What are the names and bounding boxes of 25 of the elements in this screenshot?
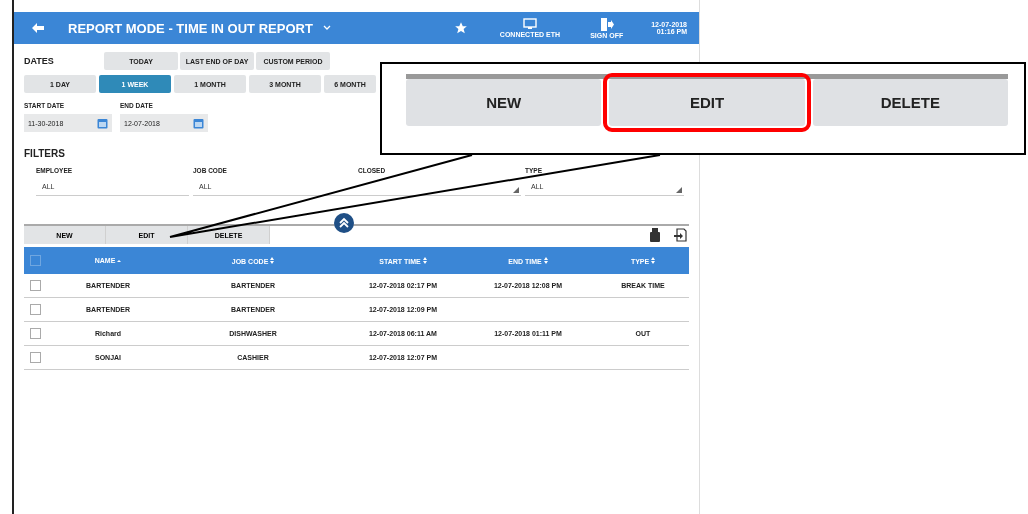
row-checkbox[interactable] — [30, 304, 41, 315]
star-icon[interactable] — [453, 21, 468, 35]
sort-up-icon[interactable] — [117, 259, 122, 263]
row-checkbox[interactable] — [30, 352, 41, 363]
chevron-down-icon[interactable] — [322, 25, 331, 31]
row-checkbox[interactable] — [30, 280, 41, 291]
callout-button[interactable]: NEW — [406, 79, 602, 126]
select-all-checkbox[interactable] — [30, 255, 41, 266]
collapse-icon[interactable] — [334, 213, 354, 233]
sort-icon[interactable] — [543, 256, 548, 264]
sign-out-icon[interactable] — [599, 17, 614, 31]
calendar-icon[interactable] — [97, 117, 108, 129]
calendar-icon[interactable] — [193, 117, 204, 129]
section-title: DATES — [24, 56, 55, 66]
back-arrow-icon[interactable] — [32, 23, 44, 33]
sort-icon[interactable] — [422, 256, 427, 264]
sort-icon[interactable] — [651, 256, 656, 264]
sort-icon[interactable] — [270, 256, 275, 264]
section-title: FILTERS — [24, 148, 66, 159]
callout-button[interactable]: DELETE — [812, 79, 1008, 126]
printer-icon[interactable] — [650, 228, 660, 242]
row-checkbox[interactable] — [30, 328, 41, 339]
export-icon[interactable] — [674, 228, 687, 242]
window-title: REPORT MODE - TIME IN OUT REPORT — [68, 20, 313, 36]
monitor-icon[interactable] — [523, 18, 537, 30]
